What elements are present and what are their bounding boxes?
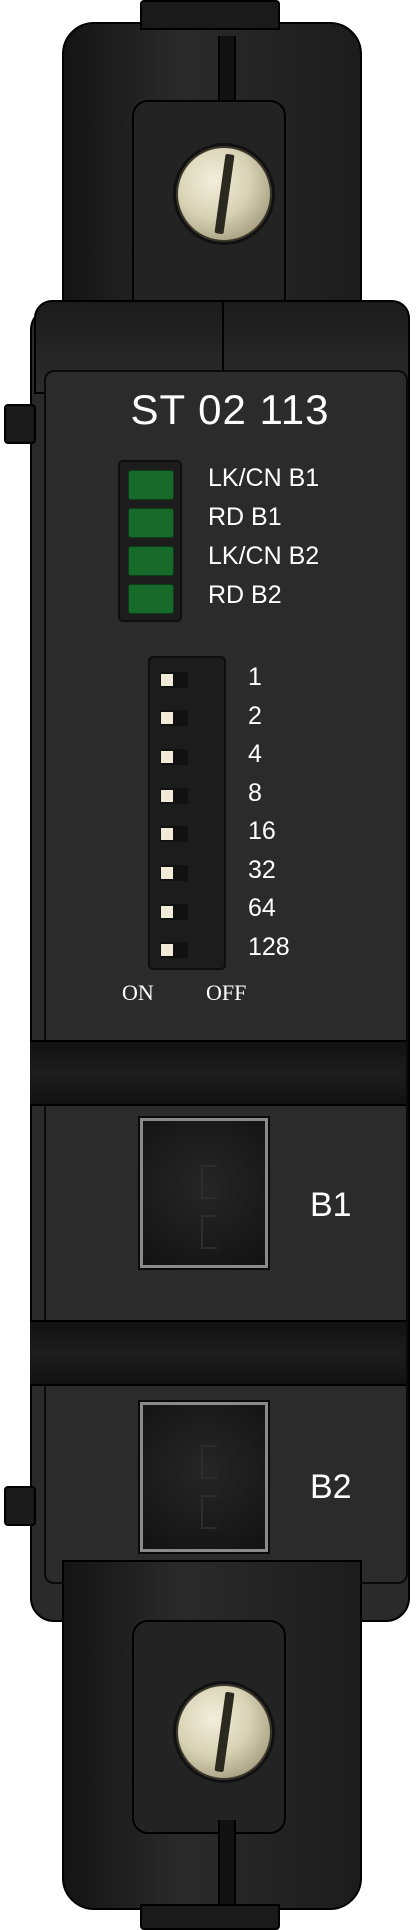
upper-mount-pin bbox=[4, 404, 36, 444]
upper-divider-band bbox=[30, 1040, 406, 1106]
bottom-groove bbox=[218, 1820, 236, 1910]
dip-on-label: ON bbox=[122, 980, 154, 1005]
dip-switch-block bbox=[148, 656, 226, 970]
dip-switch-64[interactable] bbox=[160, 904, 188, 920]
dip-label-32: 32 bbox=[248, 856, 276, 884]
led-lk-cn-b1 bbox=[128, 470, 174, 500]
led-label-lk-cn-b1: LK/CN B1 bbox=[208, 464, 320, 492]
port-b1-socket[interactable] bbox=[138, 1116, 270, 1270]
lower-mount-pin bbox=[4, 1486, 36, 1526]
dip-switch-4[interactable] bbox=[160, 749, 188, 765]
model-title: ST 02 113 bbox=[130, 386, 330, 433]
led-rd-b2 bbox=[128, 584, 174, 614]
dip-switch-16[interactable] bbox=[160, 826, 188, 842]
dip-label-8: 8 bbox=[248, 779, 262, 807]
led-rd-b1 bbox=[128, 508, 174, 538]
dip-switch-2[interactable] bbox=[160, 710, 188, 726]
dip-off-label: OFF bbox=[206, 980, 247, 1005]
led-label-lk-cn-b2: LK/CN B2 bbox=[208, 542, 320, 570]
port-b2-key-top bbox=[201, 1445, 217, 1479]
bottom-clamp-tab bbox=[140, 1904, 280, 1930]
top-groove bbox=[218, 36, 236, 106]
top-screw-icon[interactable] bbox=[176, 146, 272, 242]
dip-label-64: 64 bbox=[248, 894, 276, 922]
led-panel bbox=[118, 460, 182, 622]
port-b2-label: B2 bbox=[310, 1468, 352, 1506]
dip-label-1: 1 bbox=[248, 663, 262, 691]
led-label-rd-b1: RD B1 bbox=[208, 503, 282, 531]
dip-switch-1[interactable] bbox=[160, 672, 188, 688]
dip-label-4: 4 bbox=[248, 740, 262, 768]
port-b1-key-bottom bbox=[201, 1215, 217, 1249]
port-b1-label: B1 bbox=[310, 1186, 352, 1224]
led-label-rd-b2: RD B2 bbox=[208, 581, 282, 609]
dip-label-2: 2 bbox=[248, 702, 262, 730]
led-lk-cn-b2 bbox=[128, 546, 174, 576]
dip-label-128: 128 bbox=[248, 933, 290, 961]
bottom-screw-icon[interactable] bbox=[176, 1684, 272, 1780]
dip-switch-128[interactable] bbox=[160, 942, 188, 958]
port-b1-key-top bbox=[201, 1165, 217, 1199]
dip-switch-8[interactable] bbox=[160, 788, 188, 804]
port-b2-socket[interactable] bbox=[138, 1400, 270, 1554]
dip-switch-32[interactable] bbox=[160, 865, 188, 881]
port-b2-key-bottom bbox=[201, 1495, 217, 1529]
dip-label-16: 16 bbox=[248, 817, 276, 845]
top-clamp-tab bbox=[140, 0, 280, 30]
lower-divider-band bbox=[30, 1320, 406, 1386]
